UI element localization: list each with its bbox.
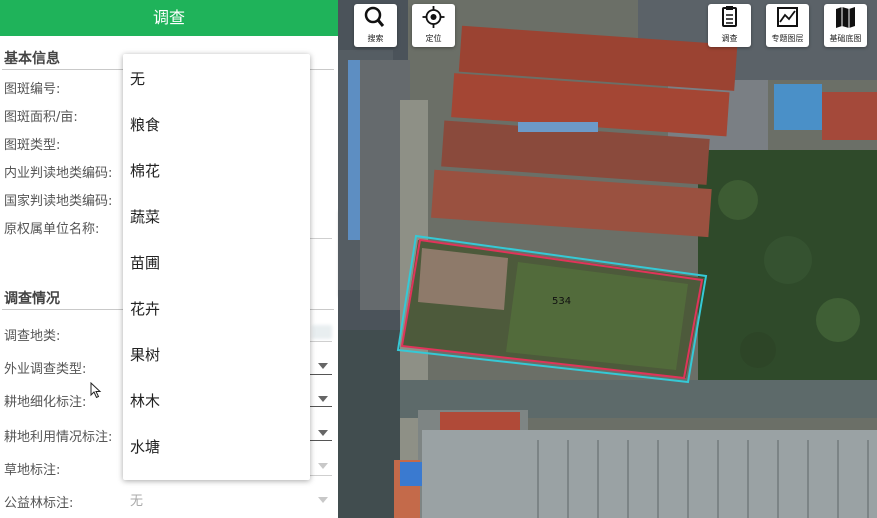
thematic-layer-icon [777, 7, 798, 27]
parcel-id-label[interactable]: 534 [552, 296, 571, 307]
dropdown-option[interactable]: 无 [130, 68, 145, 89]
survey-button-label: 调查 [721, 34, 738, 43]
chevron-down-icon[interactable] [318, 497, 328, 503]
chevron-down-icon[interactable] [318, 396, 328, 402]
satellite-map[interactable]: 534 搜索 定位 调查 专题图层 基础底图 [338, 0, 877, 518]
field-label-national-landclass: 国家判读地类编码: [4, 194, 113, 209]
locate-button-label: 定位 [425, 34, 442, 43]
panel-header: 调查 [0, 0, 338, 36]
field-label-original-owner: 原权属单位名称: [4, 222, 100, 237]
dropdown-option[interactable]: 果树 [130, 344, 160, 365]
field-label-office-landclass: 内业判读地类编码: [4, 166, 113, 181]
chevron-down-icon[interactable] [318, 463, 328, 469]
dropdown-option[interactable]: 苗圃 [130, 252, 160, 273]
field-label-plot-area: 图斑面积/亩: [4, 110, 78, 125]
field-label-plot-type: 图斑类型: [4, 138, 61, 153]
section-basic-info: 基本信息 [4, 51, 60, 67]
dropdown-option[interactable]: 粮食 [130, 114, 160, 135]
search-icon [364, 6, 385, 27]
base-map-icon [836, 7, 855, 28]
option-dropdown-list: 无 粮食 棉花 蔬菜 苗圃 花卉 果树 林木 水塘 [123, 54, 310, 480]
dropdown-option[interactable]: 花卉 [130, 298, 160, 319]
field-label-public-forest: 公益林标注: [4, 496, 74, 511]
field-label-survey-landclass: 调查地类: [4, 329, 61, 344]
dropdown-option[interactable]: 水塘 [130, 436, 160, 457]
thematic-layer-button[interactable]: 专题图层 [766, 4, 809, 47]
survey-panel: 调查 基本信息 图斑编号: 图斑面积/亩: 图斑类型: 内业判读地类编码: 国家… [0, 0, 338, 518]
dropdown-option[interactable]: 林木 [130, 390, 160, 411]
survey-landclass-input[interactable] [312, 325, 332, 339]
field-label-cultivated-usage: 耕地利用情况标注: [4, 430, 113, 445]
chevron-down-icon[interactable] [318, 363, 328, 369]
locate-icon [422, 6, 445, 28]
map-imagery [338, 0, 877, 518]
search-button[interactable]: 搜索 [354, 4, 397, 47]
dropdown-option[interactable]: 棉花 [130, 160, 160, 181]
mouse-cursor-icon [90, 382, 102, 399]
base-map-button[interactable]: 基础底图 [824, 4, 867, 47]
survey-button[interactable]: 调查 [708, 4, 751, 47]
chevron-down-icon[interactable] [318, 430, 328, 436]
search-button-label: 搜索 [367, 34, 384, 43]
dropdown-option[interactable]: 蔬菜 [130, 206, 160, 227]
public-forest-value[interactable]: 无 [130, 490, 143, 509]
locate-button[interactable]: 定位 [412, 4, 455, 47]
base-map-label: 基础底图 [829, 34, 862, 43]
field-label-grassland: 草地标注: [4, 463, 61, 478]
survey-clipboard-icon [722, 6, 737, 27]
thematic-layer-label: 专题图层 [771, 34, 804, 43]
field-label-field-survey-type: 外业调查类型: [4, 362, 87, 377]
section-survey-status: 调查情况 [4, 291, 60, 307]
field-label-cultivated-detail: 耕地细化标注: [4, 395, 87, 410]
field-label-plot-id: 图斑编号: [4, 82, 61, 97]
